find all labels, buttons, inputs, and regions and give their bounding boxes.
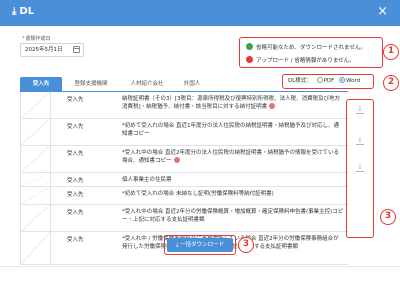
date-label: *書類作成日 <box>22 35 51 42</box>
footer-divider <box>0 266 400 267</box>
download-icon[interactable]: ↓ <box>356 106 364 114</box>
dialog-title-text: DL <box>19 6 35 17</box>
table-row: 受入先 個人事業主の住民票 <box>21 173 348 187</box>
tab-support-org[interactable]: 登録支援機関 <box>62 77 120 91</box>
format-selector: DL様式： PDF Word <box>282 74 374 89</box>
close-icon[interactable]: × <box>377 4 388 20</box>
row-destination: 受入先 <box>67 97 84 103</box>
tab-ukeire[interactable]: 受入先 <box>20 77 62 91</box>
download-icon[interactable]: ↓ <box>356 164 364 172</box>
red-dot-icon <box>246 56 253 63</box>
row-document: 納税証明書（その3）[3税目：源泉所得税及び復興特別所得税、法人税、消費税及び地… <box>122 95 344 111</box>
legend-missing-text: アップロード / 省略情報がありません。 <box>256 58 355 64</box>
row-document: *受入れ中の場合 直近2年度分の法人住民税の納税証明書・納税猶予の情報を受けてい… <box>122 149 344 165</box>
download-icon[interactable]: ↓ <box>356 137 364 145</box>
legend-skip-text: 省略可能なため、ダウンロードされません。 <box>256 45 366 51</box>
table-row: 受入先 *初めて受入れの場合 未納なし証明(労働保険料等納付証明書) <box>21 187 348 205</box>
row-destination: 受入先 <box>67 237 84 243</box>
row-destination: 受入先 <box>67 210 84 216</box>
row-select-cell[interactable] <box>21 146 51 172</box>
download-icon: ⤓ <box>12 6 17 17</box>
required-mark: * <box>22 36 25 42</box>
row-destination: 受入先 <box>67 178 84 184</box>
green-dot-icon <box>246 43 253 50</box>
legend-item-missing: アップロード / 省略情報がありません。 <box>246 56 355 64</box>
missing-flag-icon <box>269 103 276 109</box>
callout-badge-1: 1 <box>383 44 399 60</box>
legend-item-skip: 省略可能なため、ダウンロードされません。 <box>246 43 366 51</box>
format-label: DL様式： <box>288 78 312 84</box>
bulk-download-button[interactable]: ⤓ 一括ダウンロード <box>167 238 233 252</box>
dialog-titlebar: ⤓ DL × <box>0 0 400 26</box>
radio-pdf-label[interactable]: PDF <box>324 78 335 84</box>
tab-foreigner[interactable]: 外国人 <box>174 77 210 91</box>
radio-word[interactable] <box>339 77 346 83</box>
row-document-text: 納税証明書（その3）[3税目：源泉所得税及び復興特別所得税、法人税、消費税及び地… <box>122 96 341 110</box>
row-document: *初めて受入れの場合 未納なし証明(労働保険料等納付証明書) <box>122 191 274 197</box>
row-select-cell[interactable] <box>21 232 51 264</box>
radio-pdf[interactable] <box>316 77 323 83</box>
row-document: 個人事業主の住民票 <box>122 177 172 183</box>
table-row: 受入先 *初めて受入れの場合 直近1年度分の法人住民税の納税証明書・納税猶予及び… <box>21 119 348 146</box>
bulk-download-label: 一括ダウンロード <box>180 242 225 248</box>
table-row: 受入先 *受入れ中の場合 直近2年度分の法人住民税の納税証明書・納税猶予の情報を… <box>21 146 348 173</box>
table-row: 受入先 納税証明書（その3）[3税目：源泉所得税及び復興特別所得税、法人税、消費… <box>21 92 348 119</box>
row-destination: 受入先 <box>67 151 84 157</box>
callout-badge-3b: 3 <box>238 237 254 253</box>
row-destination: 受入先 <box>67 124 84 130</box>
missing-flag-icon <box>173 157 180 163</box>
row-select-cell[interactable] <box>21 187 51 204</box>
row-document-text: *受入れ中の場合 直近2年度分の法人住民税の納税証明書・納税猶予の情報を受けてい… <box>122 150 340 164</box>
callout-badge-3: 3 <box>380 209 396 225</box>
row-document: *初めて受入れの場合 直近1年度分の法人住民税の納税証明書・納税猶予及び対応し、… <box>122 123 340 137</box>
row-select-cell[interactable] <box>21 173 51 186</box>
radio-word-label[interactable]: Word <box>346 78 360 84</box>
tab-agency[interactable]: 人材紹介会社 <box>120 77 174 91</box>
table-row: 受入先 *受入れ中の場合 直近2年分の労働保険概算・増加概算・確定保険料申告書(… <box>21 205 348 232</box>
row-select-cell[interactable] <box>21 119 51 145</box>
row-select-cell[interactable] <box>21 205 51 231</box>
row-destination: 受入先 <box>67 192 84 198</box>
row-document: *受入れ中の場合 直近2年分の労働保険概算・増加概算・確定保険料申告書(事業主控… <box>122 209 344 223</box>
calendar-icon[interactable] <box>73 46 80 53</box>
legend-box: 省略可能なため、ダウンロードされません。 アップロード / 省略情報がありません… <box>239 37 383 68</box>
download-column: ↓ ↓ ↓ <box>346 99 374 238</box>
date-label-text: 書類作成日 <box>25 36 51 42</box>
row-select-cell[interactable] <box>21 92 51 118</box>
dialog-title: ⤓ DL <box>12 6 34 17</box>
callout-badge-2: 2 <box>383 75 399 91</box>
